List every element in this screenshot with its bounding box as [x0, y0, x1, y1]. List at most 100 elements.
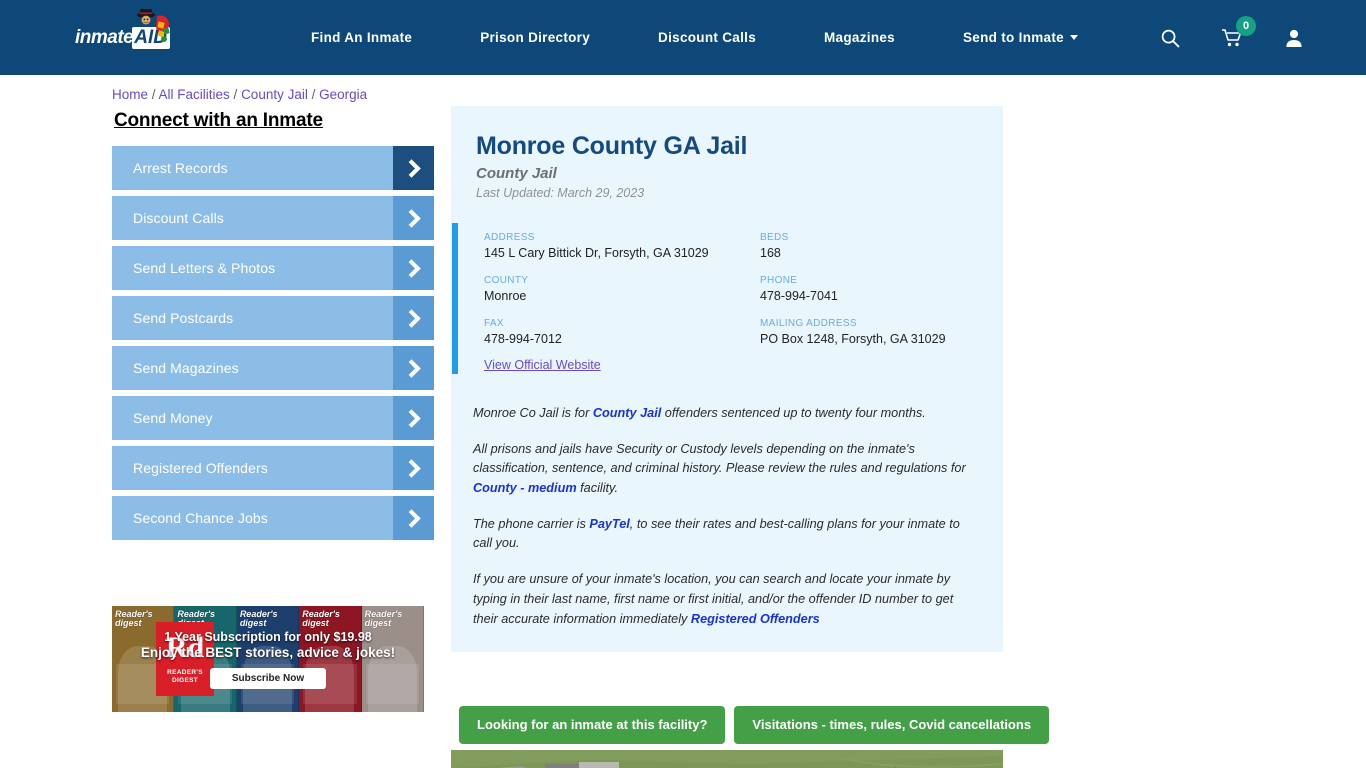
chevron-right-icon [393, 296, 434, 340]
sidebar-item-label: Send Postcards [133, 310, 234, 326]
facility-details-grid: ADDRESS 145 L Cary Bittick Dr, Forsyth, … [458, 223, 1003, 374]
ad-headline: 1 Year Subscription for only $19.98 [164, 629, 372, 644]
detail-fax: FAX 478-994-7012 [484, 318, 760, 346]
nav-label: Magazines [824, 30, 895, 45]
search-icon[interactable] [1158, 26, 1182, 50]
nav-item-prison-directory[interactable]: Prison Directory [446, 30, 624, 45]
detail-value: PO Box 1248, Forsyth, GA 31029 [760, 332, 946, 346]
chevron-right-icon [393, 346, 434, 390]
sidebar-item-discount-calls[interactable]: Discount Calls [112, 196, 434, 240]
detail-label: BEDS [760, 232, 789, 243]
sidebar-item-arrest-records[interactable]: Arrest Records [112, 146, 434, 190]
facility-aerial-satellite-photo[interactable] [451, 750, 1003, 768]
desc-text: The phone carrier is [473, 516, 590, 531]
sidebar-item-label: Arrest Records [133, 160, 228, 176]
cta-button-row: Looking for an inmate at this facility? … [459, 706, 1050, 744]
sidebar-item-send-money[interactable]: Send Money [112, 396, 434, 440]
aerial-photo-graphic [451, 750, 1003, 768]
detail-county: COUNTY Monroe [484, 275, 760, 303]
breadcrumb: Home / All Facilities / County Jail / Ge… [112, 87, 367, 102]
chevron-down-icon [1069, 35, 1078, 40]
detail-phone: PHONE 478-994-7041 [760, 275, 1003, 303]
nav-label: Send to Inmate [963, 30, 1064, 45]
sidebar-item-label: Discount Calls [133, 210, 224, 226]
ad-overlay-text: 1 Year Subscription for only $19.98 Enjo… [112, 606, 424, 712]
facility-info-card: Monroe County GA Jail County Jail Last U… [451, 106, 1003, 653]
detail-label: COUNTY [484, 275, 529, 286]
sidebar-item-label: Registered Offenders [133, 460, 268, 476]
ad-subheadline: Enjoy the BEST stories, advice & jokes! [140, 644, 396, 660]
detail-value: 478-994-7041 [760, 289, 838, 303]
description-paragraph-3: The phone carrier is PayTel, to see thei… [473, 515, 973, 554]
readers-digest-ad-banner[interactable]: Reader's digest Reader's digest Reader's… [112, 606, 424, 712]
chevron-right-icon [393, 496, 434, 540]
breadcrumb-separator: / [307, 87, 320, 102]
header-icon-group: 0 [1158, 15, 1306, 50]
description-paragraph-2: All prisons and jails have Security or C… [473, 440, 973, 499]
user-account-icon[interactable] [1282, 26, 1306, 50]
nav-label: Prison Directory [480, 30, 591, 45]
sidebar-item-send-postcards[interactable]: Send Postcards [112, 296, 434, 340]
chevron-right-icon [393, 246, 434, 290]
facility-details-section: ADDRESS 145 L Cary Bittick Dr, Forsyth, … [451, 223, 1003, 374]
detail-label: FAX [484, 318, 504, 329]
breadcrumb-item-all-facilities[interactable]: All Facilities [159, 87, 230, 102]
view-official-website-link[interactable]: View Official Website [484, 358, 601, 372]
sidebar-item-label: Second Chance Jobs [133, 510, 268, 526]
chevron-right-icon [393, 396, 434, 440]
logo-wordmark: inmate [75, 26, 134, 48]
desc-text: Monroe Co Jail is for [473, 406, 593, 420]
detail-label: PHONE [760, 275, 798, 286]
facility-last-updated: Last Updated: March 29, 2023 [476, 186, 645, 200]
sidebar: Connect with an Inmate Arrest Records Di… [112, 110, 434, 546]
main-navigation: Find An Inmate Prison Directory Discount… [277, 30, 1112, 45]
chevron-right-icon [393, 146, 434, 190]
shopping-cart-icon[interactable]: 0 [1220, 15, 1256, 50]
sidebar-item-send-magazines[interactable]: Send Magazines [112, 346, 434, 390]
detail-label: ADDRESS [484, 232, 535, 243]
breadcrumb-item-home[interactable]: Home [112, 87, 148, 102]
sidebar-item-send-letters-photos[interactable]: Send Letters & Photos [112, 246, 434, 290]
facility-description: Monroe Co Jail is for County Jail offend… [451, 374, 1003, 652]
breadcrumb-item-county-jail[interactable]: County Jail [241, 87, 308, 102]
sidebar-item-second-chance-jobs[interactable]: Second Chance Jobs [112, 496, 434, 540]
chevron-right-icon [393, 446, 434, 490]
facility-type: County Jail [476, 165, 557, 182]
sidebar-item-label: Send Letters & Photos [133, 260, 276, 276]
detail-beds: BEDS 168 [760, 232, 1003, 260]
nav-label: Discount Calls [658, 30, 757, 45]
desc-text: facility. [576, 481, 618, 496]
logo-aid-mark: AID [132, 26, 170, 49]
nav-item-magazines[interactable]: Magazines [790, 30, 929, 45]
cart-count-badge: 0 [1236, 15, 1256, 36]
detail-mailing-address: MAILING ADDRESS PO Box 1248, Forsyth, GA… [760, 318, 1003, 346]
detail-value: Monroe [484, 289, 527, 303]
sidebar-title: Connect with an Inmate [114, 110, 323, 131]
breadcrumb-item-georgia[interactable]: Georgia [319, 87, 367, 102]
detail-value: 478-994-7012 [484, 332, 562, 346]
chevron-right-icon [393, 196, 434, 240]
link-paytel[interactable]: PayTel [589, 517, 629, 531]
sidebar-item-registered-offenders[interactable]: Registered Offenders [112, 446, 434, 490]
nav-item-send-to-inmate[interactable]: Send to Inmate [929, 30, 1112, 45]
link-county-medium[interactable]: County - medium [473, 481, 577, 495]
detail-value: 168 [760, 246, 781, 260]
ad-subscribe-button[interactable]: Subscribe Now [209, 667, 327, 689]
nav-label: Find An Inmate [311, 30, 413, 45]
sidebar-item-label: Send Money [133, 410, 213, 426]
visitations-button[interactable]: Visitations - times, rules, Covid cancel… [734, 706, 1050, 744]
looking-for-inmate-button[interactable]: Looking for an inmate at this facility? [459, 706, 726, 744]
desc-text: offenders sentenced up to twenty four mo… [661, 406, 926, 420]
site-logo[interactable]: inmate AID [75, 8, 187, 57]
link-registered-offenders[interactable]: Registered Offenders [691, 612, 820, 626]
breadcrumb-separator: / [148, 87, 159, 102]
sidebar-item-label: Send Magazines [133, 360, 239, 376]
page-title: Monroe County GA Jail [476, 132, 748, 160]
site-header: inmate AID Find An Inmate Prison Directo… [0, 0, 1366, 75]
nav-item-find-an-inmate[interactable]: Find An Inmate [277, 30, 446, 45]
description-paragraph-1: Monroe Co Jail is for County Jail offend… [473, 404, 973, 424]
description-paragraph-4: If you are unsure of your inmate's locat… [473, 570, 973, 629]
nav-item-discount-calls[interactable]: Discount Calls [624, 30, 790, 45]
breadcrumb-separator: / [229, 87, 242, 102]
link-county-jail[interactable]: County Jail [593, 406, 661, 420]
